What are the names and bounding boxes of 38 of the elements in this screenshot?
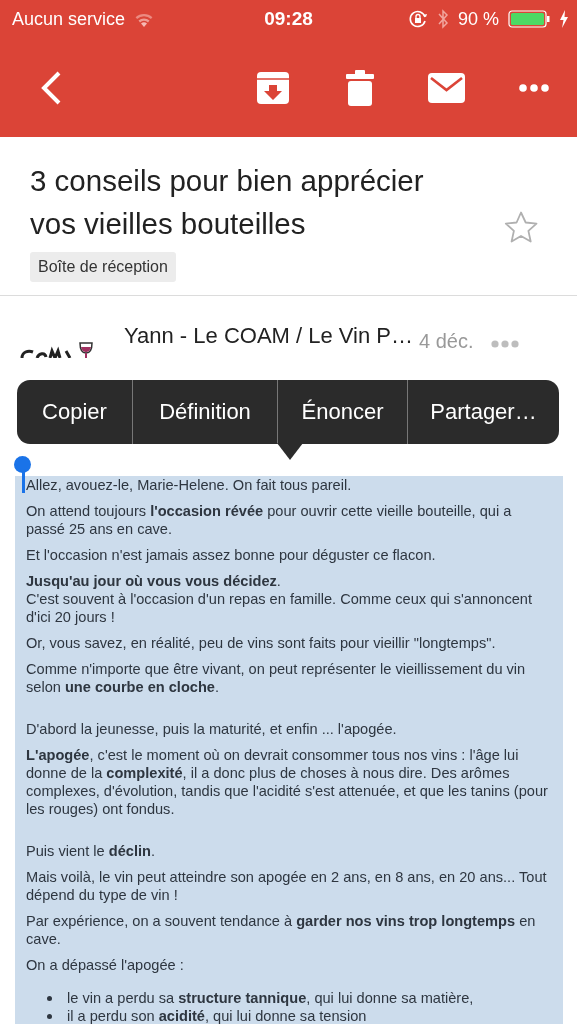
menu-item[interactable]: Copier bbox=[17, 380, 132, 444]
body-paragraph: L'apogée, c'est le moment où on devrait consommer tous nos vins : l'âge lui donne de la complexité, il a donc plus de choses à nous dire. Des arômes complexes, d'évolution, tandis que l'acidité s'est attenuée, et que les tanins (pour les rouges) ont fondus. bbox=[26, 746, 549, 818]
label-chip[interactable]: Boîte de réception bbox=[30, 252, 176, 282]
charging-bolt-icon bbox=[559, 10, 569, 28]
star-icon[interactable] bbox=[504, 211, 538, 243]
body-paragraph: On attend toujours l'occasion révée pour ouvrir cette vieille bouteille, qui a passé 25 ans en cave. bbox=[26, 502, 513, 538]
carrier-name: Aucun service bbox=[12, 8, 126, 30]
body-paragraph: Comme n'importe que être vivant, on peut représenter le vieillissement du vin selon une courbe en cloche. bbox=[26, 660, 527, 696]
more-icon[interactable] bbox=[518, 83, 549, 92]
archive-icon[interactable] bbox=[255, 70, 290, 105]
back-icon[interactable] bbox=[40, 70, 62, 105]
battery-percent: 90 % bbox=[457, 8, 499, 30]
list-item: le vin a perdu sa structure tannique, qui lui donne sa matière, bbox=[67, 989, 474, 1007]
body-paragraph: D'abord la jeunesse, puis la maturité, et enfin ... l'apogée. bbox=[26, 720, 398, 738]
list-item: il a perdu son acidité, qui lui donne sa tension bbox=[67, 1007, 367, 1024]
body-paragraph: Et l'occasion n'est jamais assez bonne pour déguster ce flacon. bbox=[26, 546, 437, 564]
menu-item[interactable]: Partager… bbox=[407, 380, 559, 444]
bluetooth-icon bbox=[436, 8, 449, 30]
mail-icon[interactable] bbox=[428, 72, 465, 103]
bullet-icon bbox=[47, 995, 52, 1001]
message-date: 4 déc. bbox=[419, 330, 474, 353]
logo-icon bbox=[20, 342, 94, 358]
body-paragraph: Puis vient le déclin. bbox=[26, 842, 156, 860]
menu-item[interactable]: Énoncer bbox=[277, 380, 407, 444]
body-paragraph: Jusqu'au jour où vous vous décidez. C'est souvent à l'occasion d'un repas en famille. Comme ceux qui s'annoncent d'ici 20 jours ! bbox=[26, 572, 533, 626]
bullet-icon bbox=[47, 1013, 52, 1019]
subject-title: 3 conseils pour bien apprécier vos vieilles bouteilles bbox=[30, 163, 425, 242]
battery-icon bbox=[508, 10, 550, 28]
sender-name: Yann - Le COAM / Le Vin P… bbox=[124, 323, 413, 349]
body-paragraph: On a dépassé l'apogée : bbox=[26, 956, 185, 974]
rotation-lock-icon bbox=[407, 9, 428, 29]
trash-icon[interactable] bbox=[345, 69, 374, 106]
body-paragraph: Mais voilà, le vin peut atteindre son apogée en 2 ans, en 8 ans, en 20 ans... Tout dépend du type de vin ! bbox=[26, 868, 548, 904]
clock-time: 09:28 bbox=[263, 8, 314, 30]
body-paragraph: Allez, avouez-le, Marie-Helene. On fait tous pareil. bbox=[26, 476, 353, 494]
body-paragraph: Par expérience, on a souvent tendance à garder nos vins trop longtemps en cave. bbox=[26, 912, 537, 948]
menu-item[interactable]: Définition bbox=[132, 380, 277, 444]
body-paragraph: Or, vous savez, en réalité, peu de vins sont faits pour vieillir "longtemps". bbox=[26, 634, 497, 652]
